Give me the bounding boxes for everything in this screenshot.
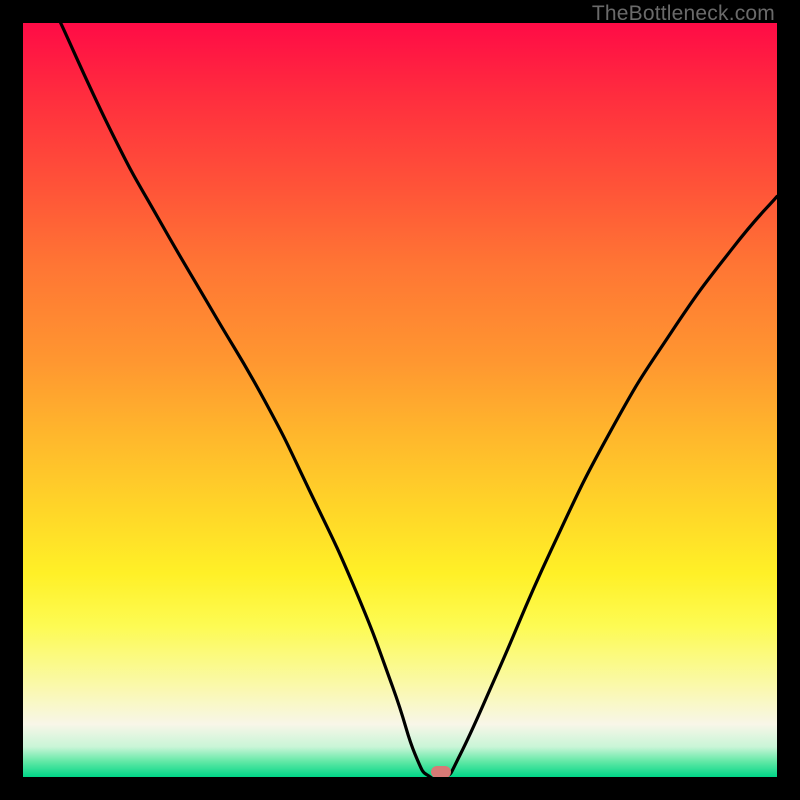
chart-frame: TheBottleneck.com — [0, 0, 800, 800]
bottleneck-curve — [23, 23, 777, 777]
minimum-marker — [431, 766, 451, 777]
curve-path — [61, 23, 777, 777]
plot-area — [23, 23, 777, 777]
